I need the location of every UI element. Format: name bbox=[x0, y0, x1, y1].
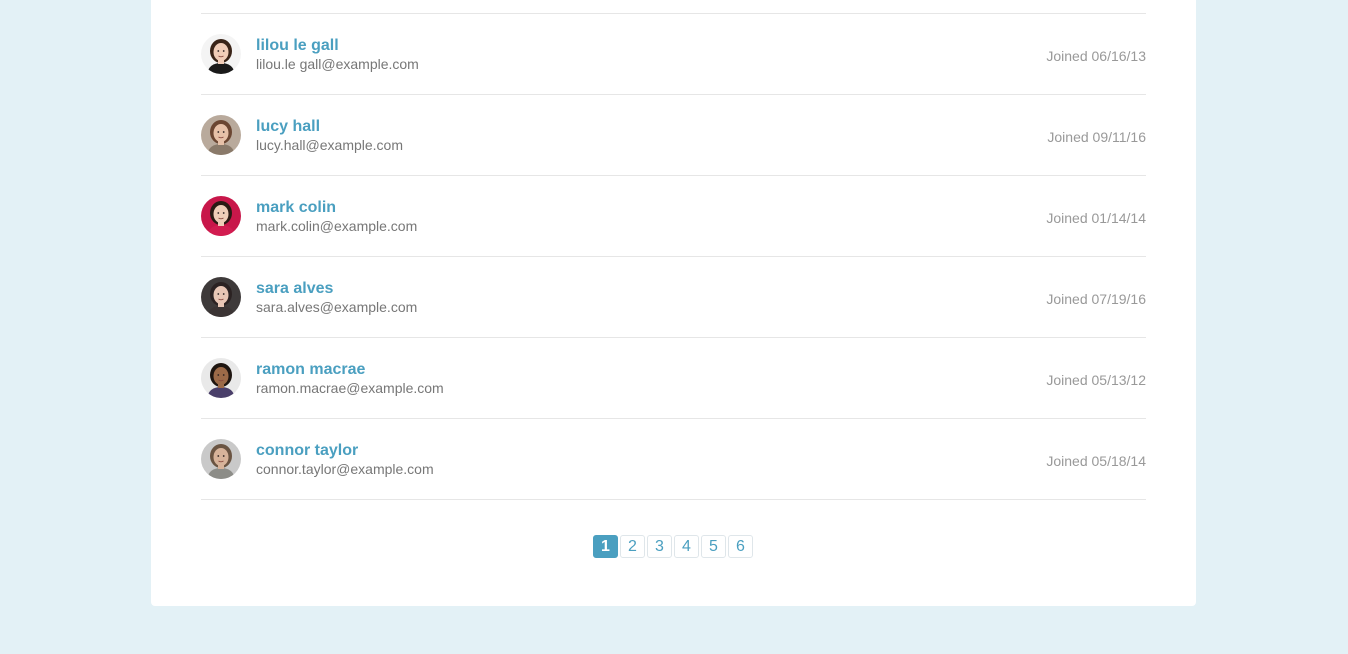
user-name-link[interactable]: mark colin bbox=[256, 198, 417, 217]
avatar-man-glasses-icon bbox=[201, 439, 241, 479]
user-email: lilou.le gall@example.com bbox=[256, 56, 419, 72]
user-row: sara alves sara.alves@example.com Joined… bbox=[201, 257, 1146, 338]
joined-date: Joined 06/16/13 bbox=[1046, 48, 1146, 64]
page-button-3[interactable]: 3 bbox=[647, 535, 672, 558]
user-info: mark colin mark.colin@example.com bbox=[256, 198, 417, 236]
user-email: sara.alves@example.com bbox=[256, 299, 418, 315]
joined-date: Joined 01/14/14 bbox=[1046, 210, 1146, 226]
user-name-link[interactable]: sara alves bbox=[256, 279, 417, 298]
joined-date: Joined 09/11/16 bbox=[1047, 129, 1146, 145]
user-info: lilou le gall lilou.le gall@example.com bbox=[256, 36, 419, 74]
user-email: connor.taylor@example.com bbox=[256, 461, 434, 477]
avatar-man-icon bbox=[201, 358, 241, 398]
users-card: lilou le gall lilou.le gall@example.com … bbox=[151, 0, 1196, 606]
page-button-4[interactable]: 4 bbox=[674, 535, 699, 558]
user-row: connor taylor connor.taylor@example.com … bbox=[201, 419, 1146, 500]
user-info: connor taylor connor.taylor@example.com bbox=[256, 441, 434, 479]
user-row: mark colin mark.colin@example.com Joined… bbox=[201, 176, 1146, 257]
user-name-link[interactable]: ramon macrae bbox=[256, 360, 444, 379]
page-button-1[interactable]: 1 bbox=[593, 535, 618, 558]
user-name-link[interactable]: lilou le gall bbox=[256, 36, 419, 55]
joined-date: Joined 07/19/16 bbox=[1046, 291, 1146, 307]
user-row: lucy hall lucy.hall@example.com Joined 0… bbox=[201, 95, 1146, 176]
joined-date: Joined 05/18/14 bbox=[1046, 453, 1146, 469]
page-button-2[interactable]: 2 bbox=[620, 535, 645, 558]
avatar[interactable] bbox=[201, 115, 241, 155]
avatar[interactable] bbox=[201, 34, 241, 74]
user-email: mark.colin@example.com bbox=[256, 218, 418, 234]
page-button-5[interactable]: 5 bbox=[701, 535, 726, 558]
pagination: 1 2 3 4 5 6 bbox=[593, 535, 753, 558]
user-list: lilou le gall lilou.le gall@example.com … bbox=[201, 13, 1146, 500]
user-email: lucy.hall@example.com bbox=[256, 137, 404, 153]
avatar-woman-short-hair-icon bbox=[201, 34, 241, 74]
user-name-link[interactable]: connor taylor bbox=[256, 441, 434, 460]
user-name-link[interactable]: lucy hall bbox=[256, 117, 403, 136]
user-info: ramon macrae ramon.macrae@example.com bbox=[256, 360, 444, 398]
user-email: ramon.macrae@example.com bbox=[256, 380, 444, 396]
avatar[interactable] bbox=[201, 358, 241, 398]
avatar[interactable] bbox=[201, 439, 241, 479]
user-info: sara alves sara.alves@example.com bbox=[256, 279, 417, 317]
page-button-6[interactable]: 6 bbox=[728, 535, 753, 558]
avatar[interactable] bbox=[201, 196, 241, 236]
avatar-woman-long-hair-icon bbox=[201, 115, 241, 155]
joined-date: Joined 05/13/12 bbox=[1046, 372, 1146, 388]
user-row: lilou le gall lilou.le gall@example.com … bbox=[201, 14, 1146, 95]
avatar-woman-curly-hair-icon bbox=[201, 277, 241, 317]
user-info: lucy hall lucy.hall@example.com bbox=[256, 117, 403, 155]
avatar[interactable] bbox=[201, 277, 241, 317]
avatar-woman-dark-hair-icon bbox=[201, 196, 241, 236]
user-row: ramon macrae ramon.macrae@example.com Jo… bbox=[201, 338, 1146, 419]
